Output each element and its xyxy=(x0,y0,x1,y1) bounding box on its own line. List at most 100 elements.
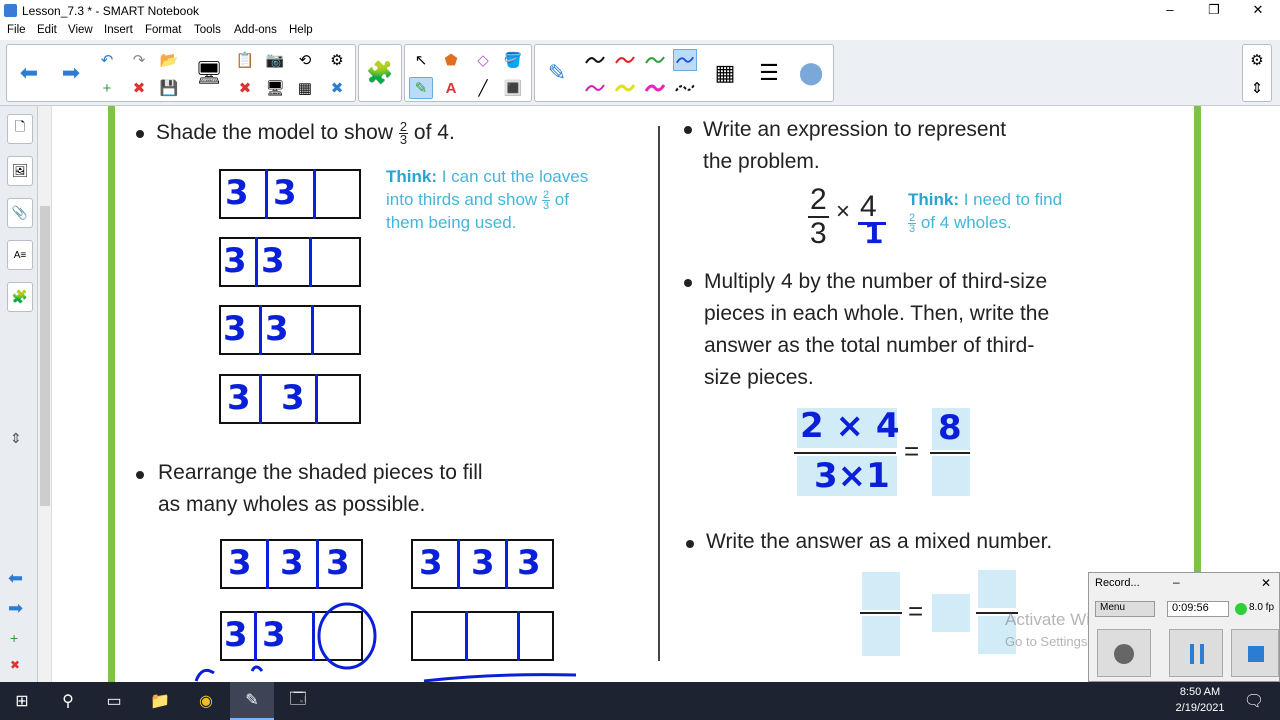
pen-style-black[interactable] xyxy=(583,49,607,71)
magic-pen-icon[interactable]: 🔳 xyxy=(501,77,525,99)
pen-style-magenta[interactable] xyxy=(583,77,607,99)
recorder-minimize[interactable]: – xyxy=(1173,575,1180,589)
pause-button[interactable] xyxy=(1169,629,1223,677)
recorder-fps: 8.0 fp xyxy=(1249,602,1275,613)
menu-edit[interactable]: Edit xyxy=(37,24,57,36)
recorder-close[interactable]: ✕ xyxy=(1261,576,1271,590)
close-button[interactable]: ✕ xyxy=(1236,1,1280,19)
screen-shade-icon[interactable]: 🖥 xyxy=(263,77,287,99)
maximize-button[interactable]: ❐ xyxy=(1192,1,1236,19)
chrome-icon[interactable]: ◉ xyxy=(184,682,228,720)
save-icon[interactable]: 💾 xyxy=(157,77,181,99)
menu-help[interactable]: Help xyxy=(289,24,313,36)
calc-fraction-bar xyxy=(794,452,896,454)
question-expression: Write an expression to represent the pro… xyxy=(703,114,1006,178)
undo-icon[interactable]: ↶ xyxy=(95,49,119,71)
question-shade-model: Shade the model to show 23 of 4. xyxy=(156,117,455,149)
prev-page-icon[interactable]: ⬅ xyxy=(8,568,23,589)
gear-icon[interactable]: ⚙ xyxy=(1245,49,1269,71)
record-button[interactable] xyxy=(1097,629,1151,677)
handwritten-result: 8 xyxy=(938,408,962,448)
expr-num: 2 xyxy=(808,183,829,218)
addon-icon[interactable]: 🧩 xyxy=(362,53,398,93)
pens-icon[interactable]: ✎ xyxy=(409,77,433,99)
search-icon[interactable]: ⚲ xyxy=(46,682,90,720)
clock-date[interactable]: 2/19/2021 xyxy=(1170,702,1230,714)
record-icon xyxy=(1114,644,1134,664)
reset-page-icon[interactable]: ⟲ xyxy=(293,49,317,71)
move-toolbar-icon[interactable]: ⇕ xyxy=(1245,77,1269,99)
scrollbar-thumb[interactable] xyxy=(40,206,50,506)
screen-icon[interactable]: 🖥 xyxy=(191,53,227,93)
shapes-icon[interactable]: ⬟ xyxy=(439,49,463,71)
vertical-scrollbar[interactable] xyxy=(38,106,52,682)
eraser-icon[interactable]: ◇ xyxy=(471,49,495,71)
text-icon[interactable]: A xyxy=(439,77,463,99)
addons-tab-icon[interactable]: 🧩 xyxy=(7,282,33,312)
menu-view[interactable]: View xyxy=(68,24,93,36)
forward-icon[interactable]: ➡ xyxy=(53,53,89,93)
select-icon[interactable]: ↖ xyxy=(409,49,433,71)
back-icon[interactable]: ⬅ xyxy=(11,53,47,93)
taskbar: ⊞ ⚲ ▭ 📁 ◉ ✎ 🗔 8:50 AM 2/19/2021 🗨 xyxy=(0,682,1280,720)
pause-icon xyxy=(1190,644,1194,664)
menu-addons[interactable]: Add-ons xyxy=(234,24,277,36)
menu-format[interactable]: Format xyxy=(145,24,181,36)
pen-style-dashed[interactable] xyxy=(673,77,697,99)
delete-page-icon[interactable]: ✖ xyxy=(127,77,151,99)
smart-notebook-taskbar-icon[interactable]: ✎ xyxy=(230,682,274,720)
effects-icon[interactable]: ⬤ xyxy=(793,53,829,93)
gallery-icon[interactable]: 🖼 xyxy=(7,156,33,186)
pen-style-blue-selected[interactable] xyxy=(673,49,697,71)
table-icon[interactable]: ▦ xyxy=(293,77,317,99)
recorder-menu[interactable]: Menu xyxy=(1095,601,1155,617)
new-page-icon[interactable]: + xyxy=(95,77,119,99)
fill-icon[interactable]: 🪣 xyxy=(501,49,525,71)
bullet xyxy=(684,126,692,134)
pen-style-yellow[interactable] xyxy=(613,77,637,99)
times-sign: × xyxy=(836,198,851,225)
task-view-icon[interactable]: ▭ xyxy=(92,682,136,720)
line-icon[interactable]: ╱ xyxy=(471,77,495,99)
delete-page-side-icon[interactable]: ✖ xyxy=(10,658,20,672)
close-doc-icon[interactable]: ✖ xyxy=(325,77,349,99)
color-palette-icon[interactable]: ▦ xyxy=(707,53,743,93)
paste-icon[interactable]: 📋 xyxy=(233,49,257,71)
menu-tools[interactable]: Tools xyxy=(194,24,221,36)
next-page-icon[interactable]: ➡ xyxy=(8,598,23,619)
recorder-widget[interactable]: Record... – ✕ Menu 0:09:56 8.0 fp xyxy=(1088,572,1280,682)
resize-arrows-icon[interactable]: ⇕ xyxy=(10,430,22,447)
page-sorter-icon[interactable]: 🗋 xyxy=(7,114,33,144)
q1-text: Shade the model to show xyxy=(156,121,393,144)
think2-label: Think: xyxy=(908,190,959,209)
mixed-box-2 xyxy=(862,616,900,656)
clock-time[interactable]: 8:50 AM xyxy=(1170,686,1230,698)
pen-style-green[interactable] xyxy=(643,49,667,71)
q2-line2: as many wholes as possible. xyxy=(158,493,426,516)
stop-button[interactable] xyxy=(1231,629,1279,677)
redo-icon[interactable]: ↷ xyxy=(127,49,151,71)
menu-insert[interactable]: Insert xyxy=(104,24,133,36)
handwritten-stroke xyxy=(194,665,577,682)
delete-icon[interactable]: ✖ xyxy=(233,77,257,99)
notification-icon[interactable]: 🗨 xyxy=(1234,682,1274,720)
start-button[interactable]: ⊞ xyxy=(0,682,44,720)
pen-style-red[interactable] xyxy=(613,49,637,71)
q1-fraction: 23 xyxy=(398,120,409,146)
pen-type-icon[interactable]: ✎ xyxy=(539,53,575,93)
properties-icon[interactable]: A≡ xyxy=(7,240,33,270)
menu-file[interactable]: File xyxy=(7,24,26,36)
handwritten-3: 3 xyxy=(225,173,249,213)
tools-settings-icon[interactable]: ⚙ xyxy=(325,49,349,71)
line-properties-icon[interactable]: ☰ xyxy=(751,53,787,93)
add-page-icon[interactable]: + xyxy=(10,630,18,646)
app-taskbar-icon[interactable]: 🗔 xyxy=(276,682,320,720)
open-icon[interactable]: 📂 xyxy=(157,49,181,71)
attachments-icon[interactable]: 📎 xyxy=(7,198,33,228)
handwritten-denominator: 3×1 xyxy=(814,456,890,496)
screenshot-icon[interactable]: 📷 xyxy=(263,49,287,71)
minimize-button[interactable]: – xyxy=(1148,1,1192,19)
file-explorer-icon[interactable]: 📁 xyxy=(138,682,182,720)
pen-style-pink[interactable] xyxy=(643,77,667,99)
handwritten-3: 3 xyxy=(265,309,289,349)
